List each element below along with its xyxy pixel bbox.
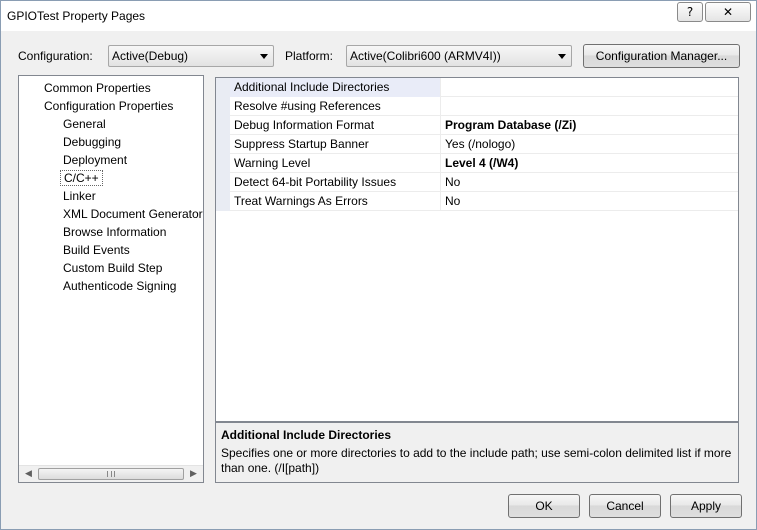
property-name[interactable]: Debug Information Format (230, 116, 441, 135)
ok-button[interactable]: OK (508, 494, 580, 518)
property-name[interactable]: Additional Include Directories (230, 78, 441, 97)
property-value[interactable] (442, 78, 738, 97)
property-row[interactable]: Treat Warnings As Errors No (216, 192, 738, 211)
property-name[interactable]: Suppress Startup Banner (230, 135, 441, 154)
property-name[interactable]: Resolve #using References (230, 97, 441, 116)
scrollbar-thumb[interactable] (38, 468, 184, 480)
property-value[interactable]: Level 4 (/W4) (442, 154, 738, 173)
tree-item-general[interactable]: General (63, 117, 106, 131)
scroll-right-icon[interactable]: ▶ (185, 466, 202, 482)
property-value[interactable]: Yes (/nologo) (442, 135, 738, 154)
description-text: Specifies one or more directories to add… (221, 446, 732, 475)
tree-horizontal-scrollbar[interactable]: ◀ ▶ (19, 465, 203, 482)
tree-item-debugging[interactable]: Debugging (63, 135, 121, 149)
description-pane: Additional Include Directories Specifies… (215, 422, 739, 483)
property-name[interactable]: Treat Warnings As Errors (230, 192, 441, 211)
configuration-value: Active(Debug) (112, 49, 189, 63)
property-row[interactable]: Resolve #using References (216, 97, 738, 116)
property-row[interactable]: Detect 64-bit Portability Issues No (216, 173, 738, 192)
property-value[interactable]: No (442, 192, 738, 211)
platform-value: Active(Colibri600 (ARMV4I)) (350, 49, 501, 63)
configuration-manager-button[interactable]: Configuration Manager... (583, 44, 740, 68)
tree-item-linker[interactable]: Linker (63, 189, 96, 203)
property-row[interactable]: Suppress Startup Banner Yes (/nologo) (216, 135, 738, 154)
configuration-dropdown[interactable]: Active(Debug) (108, 45, 274, 67)
property-value[interactable] (442, 97, 738, 116)
property-row[interactable]: Debug Information Format Program Databas… (216, 116, 738, 135)
close-button[interactable]: ✕ (705, 2, 751, 22)
tree-item-configuration-properties[interactable]: Configuration Properties (44, 99, 173, 113)
chevron-down-icon (557, 46, 567, 66)
scroll-left-icon[interactable]: ◀ (20, 466, 37, 482)
property-name[interactable]: Detect 64-bit Portability Issues (230, 173, 441, 192)
tree-item-common-properties[interactable]: Common Properties (44, 81, 151, 95)
close-icon: ✕ (722, 5, 734, 19)
property-row[interactable]: Additional Include Directories (216, 78, 738, 97)
tree-item-build-events[interactable]: Build Events (63, 243, 130, 257)
tree-item-custom-build-step[interactable]: Custom Build Step (63, 261, 162, 275)
title-bar: GPIOTest Property Pages ? ✕ (1, 1, 756, 31)
tree-item-deployment[interactable]: Deployment (63, 153, 127, 167)
property-grid: Additional Include Directories Resolve #… (215, 77, 739, 422)
property-value[interactable]: Program Database (/Zi) (442, 116, 738, 135)
property-pages-dialog: GPIOTest Property Pages ? ✕ Configuratio… (0, 0, 757, 530)
description-title: Additional Include Directories (221, 428, 392, 442)
configuration-label: Configuration: (18, 49, 93, 63)
property-value[interactable]: No (442, 173, 738, 192)
apply-button[interactable]: Apply (670, 494, 742, 518)
chevron-down-icon (259, 46, 269, 66)
tree-item-authenticode-signing[interactable]: Authenticode Signing (63, 279, 176, 293)
platform-dropdown[interactable]: Active(Colibri600 (ARMV4I)) (346, 45, 572, 67)
help-icon: ? (686, 5, 694, 19)
property-row[interactable]: Warning Level Level 4 (/W4) (216, 154, 738, 173)
tree-item-c-cpp[interactable]: C/C++ (60, 170, 103, 186)
platform-label: Platform: (285, 49, 334, 63)
tree-item-xml-document-generator[interactable]: XML Document Generator (63, 207, 203, 221)
cancel-button[interactable]: Cancel (589, 494, 661, 518)
help-button[interactable]: ? (677, 2, 703, 22)
property-tree: Common Properties Configuration Properti… (18, 75, 204, 483)
property-name[interactable]: Warning Level (230, 154, 441, 173)
tree-item-browse-information[interactable]: Browse Information (63, 225, 166, 239)
window-title: GPIOTest Property Pages (7, 9, 146, 23)
